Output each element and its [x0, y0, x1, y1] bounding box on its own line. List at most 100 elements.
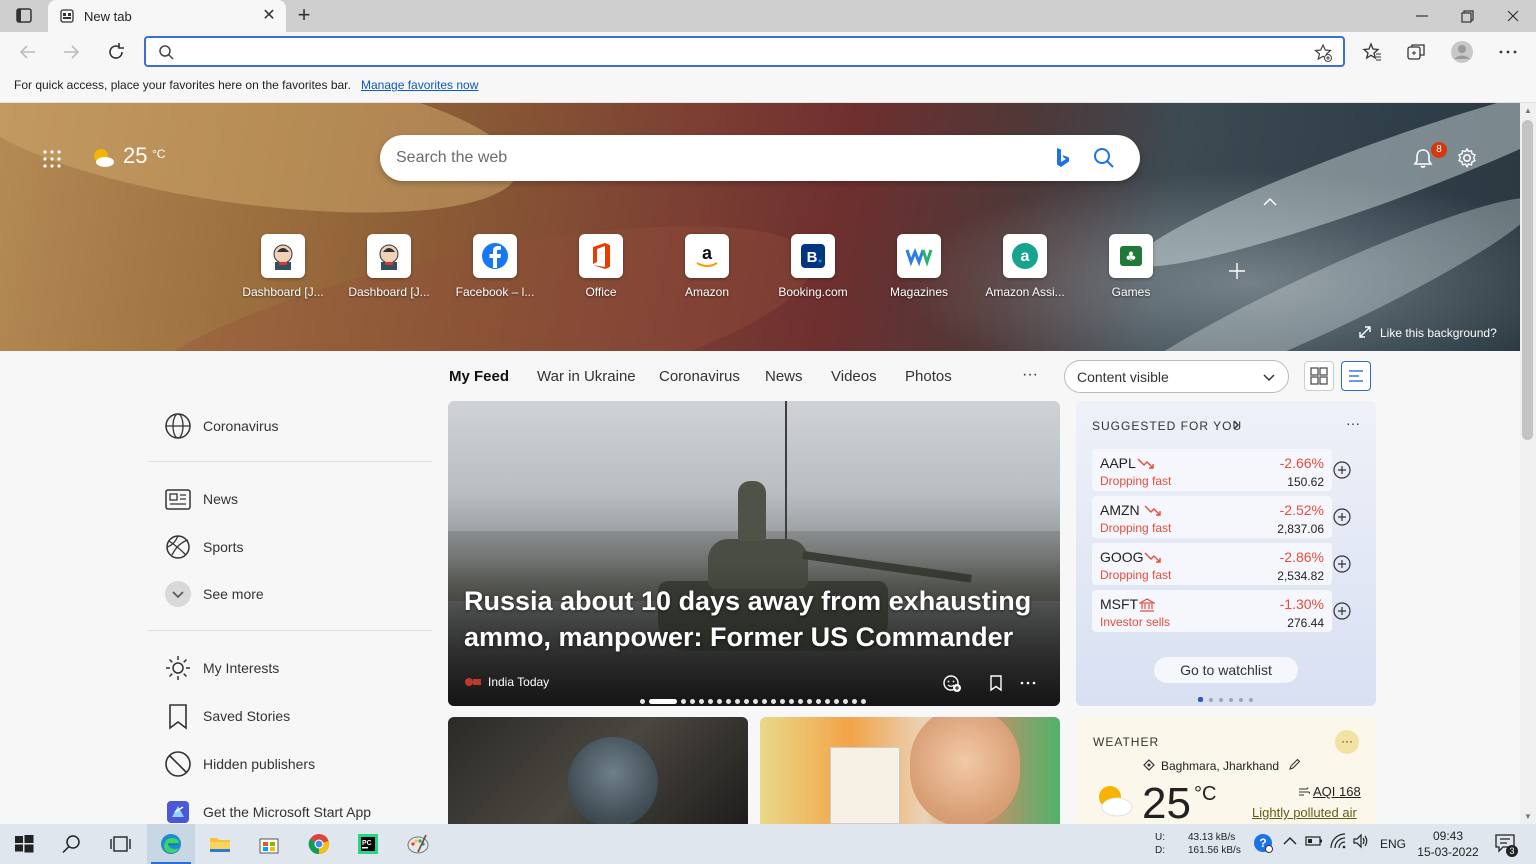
- quick-link-tile[interactable]: a Amazon: [662, 234, 752, 299]
- system-clock[interactable]: 09:43 15-03-2022: [1416, 828, 1480, 860]
- add-to-watchlist-icon[interactable]: [1333, 508, 1351, 526]
- settings-more-icon[interactable]: [1496, 40, 1520, 64]
- content-visibility-dropdown[interactable]: Content visible: [1064, 360, 1289, 393]
- story-card[interactable]: [760, 717, 1060, 824]
- stock-row-msft[interactable]: MSFT Investor sells -1.30% 276.44: [1092, 590, 1332, 632]
- pager-dot[interactable]: [1249, 697, 1253, 702]
- more-options-icon[interactable]: [1018, 673, 1038, 693]
- tab-news[interactable]: News: [765, 368, 803, 385]
- list-view-button[interactable]: [1341, 361, 1371, 391]
- start-button[interactable]: [0, 824, 48, 864]
- sidebar-item-coronavirus[interactable]: Coronavirus: [164, 411, 444, 441]
- close-tab-icon[interactable]: ✕: [260, 7, 278, 25]
- sidebar-item-microsoft-start-app[interactable]: Get the Microsoft Start App: [164, 797, 444, 827]
- quick-link-tile[interactable]: a Amazon Assi...: [980, 234, 1070, 299]
- close-window-icon[interactable]: [1503, 6, 1523, 26]
- publisher-name[interactable]: India Today: [488, 675, 549, 689]
- back-icon[interactable]: [16, 40, 40, 64]
- collections-icon[interactable]: [1404, 40, 1428, 64]
- top-story-card[interactable]: Russia about 10 days away from exhaustin…: [448, 401, 1060, 706]
- wifi-icon[interactable]: [1329, 832, 1347, 850]
- add-to-watchlist-icon[interactable]: [1333, 461, 1351, 479]
- collapse-quick-links-icon[interactable]: [1260, 195, 1280, 209]
- bookmark-icon[interactable]: [986, 673, 1006, 693]
- chevron-right-icon[interactable]: [1230, 419, 1242, 431]
- sidebar-item-saved-stories[interactable]: Saved Stories: [164, 701, 444, 731]
- tab-actions-icon[interactable]: [12, 6, 36, 26]
- sidebar-item-hidden-publishers[interactable]: Hidden publishers: [164, 749, 444, 779]
- sidebar-item-see-more[interactable]: See more: [164, 579, 444, 609]
- app-launcher-icon[interactable]: [42, 149, 62, 169]
- sidebar-item-news[interactable]: News: [164, 484, 444, 514]
- taskbar-file-explorer[interactable]: [196, 824, 244, 864]
- scroll-down-icon[interactable]: ▼: [1524, 812, 1532, 821]
- stock-row-goog[interactable]: GOOG Dropping fast -2.86% 2,534.82: [1092, 543, 1332, 585]
- new-tab-button[interactable]: +: [293, 4, 315, 27]
- weather-more-button[interactable]: ···: [1335, 730, 1359, 754]
- pencil-icon[interactable]: [1288, 758, 1301, 771]
- chevron-up-icon[interactable]: [1281, 832, 1299, 850]
- quick-link-tile[interactable]: ♣ Games: [1086, 234, 1176, 299]
- taskbar-paint[interactable]: [394, 824, 442, 864]
- address-bar[interactable]: [144, 36, 1345, 67]
- task-view-button[interactable]: [96, 824, 144, 864]
- add-quick-link-icon[interactable]: [1227, 261, 1247, 281]
- search-icon[interactable]: [1092, 146, 1116, 170]
- web-search-input[interactable]: [396, 147, 1036, 169]
- quick-link-tile[interactable]: Dashboard [J...: [238, 234, 328, 299]
- restore-icon[interactable]: [1457, 6, 1477, 26]
- volume-icon[interactable]: [1352, 832, 1370, 850]
- tab-coronavirus[interactable]: Coronavirus: [659, 368, 740, 385]
- taskbar-edge[interactable]: [147, 824, 195, 864]
- help-icon[interactable]: ?: [1252, 832, 1274, 854]
- tab-my-feed[interactable]: My Feed: [449, 368, 509, 385]
- add-to-watchlist-icon[interactable]: [1333, 602, 1351, 620]
- sidebar-item-sports[interactable]: Sports: [164, 532, 444, 562]
- battery-icon[interactable]: [1305, 832, 1323, 850]
- tab-new-tab[interactable]: New tab ✕: [48, 0, 286, 32]
- manage-favorites-link[interactable]: Manage favorites now: [361, 78, 478, 92]
- stock-row-aapl[interactable]: AAPL Dropping fast -2.66% 150.62: [1092, 449, 1332, 491]
- pager-dot-active[interactable]: [649, 699, 677, 705]
- add-favorite-icon[interactable]: [1313, 43, 1333, 63]
- pager-dot[interactable]: [1209, 697, 1213, 702]
- quick-link-tile[interactable]: Facebook – l...: [450, 234, 540, 299]
- scrollbar-thumb[interactable]: [1522, 120, 1533, 440]
- partly-cloudy-icon[interactable]: [90, 145, 116, 171]
- profile-avatar-icon[interactable]: [1450, 40, 1474, 64]
- taskbar-microsoft-store[interactable]: [245, 824, 293, 864]
- react-emoji-icon[interactable]: [942, 673, 962, 693]
- quick-link-tile[interactable]: Magazines: [874, 234, 964, 299]
- minimize-icon[interactable]: [1412, 6, 1432, 26]
- taskbar-pycharm[interactable]: PC: [344, 824, 392, 864]
- watchlist-pager[interactable]: [1198, 691, 1259, 703]
- add-to-watchlist-icon[interactable]: [1333, 555, 1351, 573]
- air-quality-description[interactable]: Lightly polluted air: [1252, 805, 1357, 820]
- top-story-headline[interactable]: Russia about 10 days away from exhaustin…: [464, 583, 1044, 655]
- hero-weather-temp[interactable]: 25: [123, 143, 147, 169]
- forward-icon[interactable]: [59, 40, 83, 64]
- tab-photos[interactable]: Photos: [905, 368, 952, 385]
- carousel-pager[interactable]: [640, 693, 870, 705]
- sidebar-item-my-interests[interactable]: My Interests: [164, 653, 444, 683]
- gear-icon[interactable]: [1456, 147, 1478, 169]
- scroll-up-icon[interactable]: ▲: [1524, 106, 1532, 115]
- quick-link-tile[interactable]: B Booking.com: [768, 234, 858, 299]
- like-background-button[interactable]: Like this background?: [1358, 325, 1497, 340]
- quick-link-tile[interactable]: Office: [556, 234, 646, 299]
- tab-war-in-ukraine[interactable]: War in Ukraine: [537, 368, 636, 385]
- input-language[interactable]: ENG: [1380, 837, 1406, 851]
- quick-link-tile[interactable]: Dashboard [J...: [344, 234, 434, 299]
- grid-view-button[interactable]: [1304, 361, 1334, 391]
- tab-videos[interactable]: Videos: [831, 368, 877, 385]
- pager-dot[interactable]: [1239, 697, 1243, 702]
- watchlist-more-button[interactable]: ···: [1346, 415, 1360, 431]
- pager-dot[interactable]: [1229, 697, 1233, 702]
- pager-dot-active[interactable]: [1198, 697, 1203, 703]
- feed-more-button[interactable]: ···: [1022, 366, 1038, 384]
- taskbar-chrome[interactable]: [295, 824, 343, 864]
- favorites-icon[interactable]: [1360, 40, 1384, 64]
- pager-dot[interactable]: [1219, 697, 1223, 702]
- weather-location[interactable]: Baghmara, Jharkhand: [1161, 759, 1279, 773]
- taskbar-search-button[interactable]: [48, 824, 96, 864]
